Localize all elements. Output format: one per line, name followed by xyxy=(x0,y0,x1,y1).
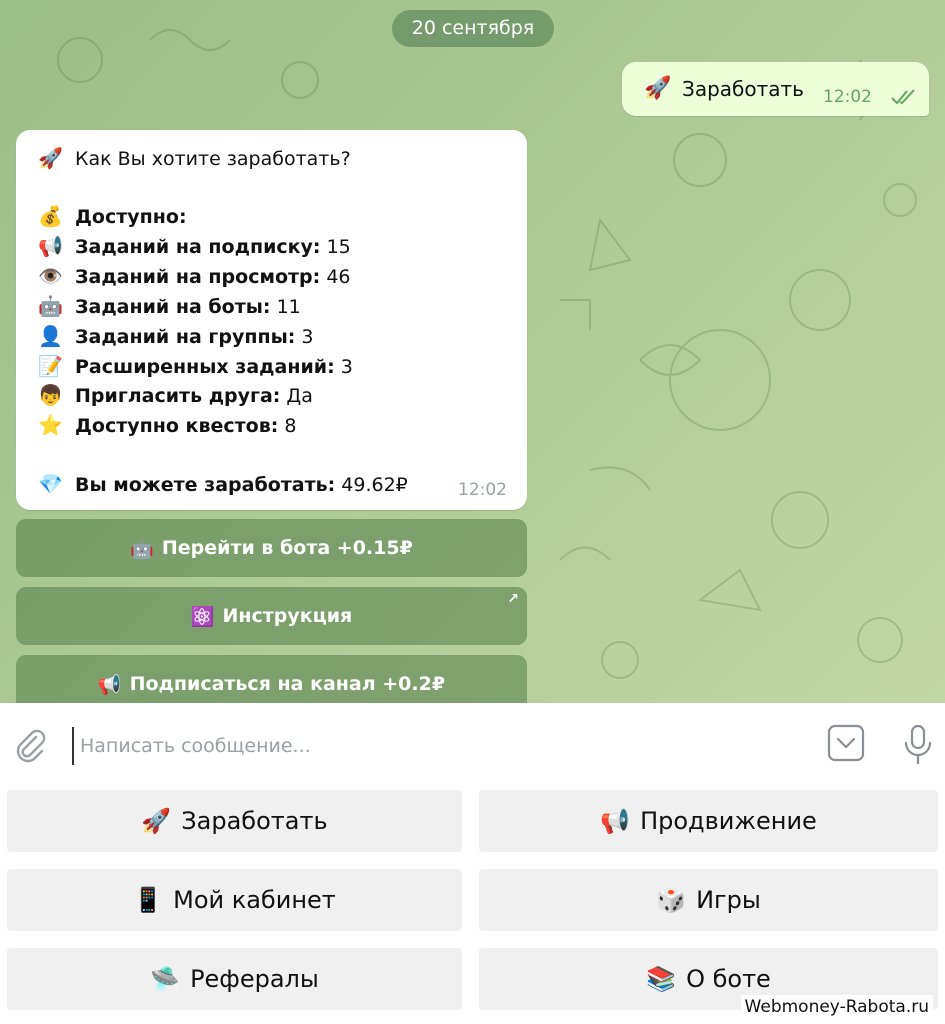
stat-line: 👁️ Заданий на просмотр: 46 xyxy=(38,264,351,288)
stat-label: Доступно квестов: xyxy=(75,415,279,437)
money-bag-icon: 💰 xyxy=(38,204,63,228)
keyboard-button-promotion[interactable]: 📢 Продвижение xyxy=(479,790,938,852)
stat-value: 3 xyxy=(301,326,314,348)
inline-button-label: Подписаться на канал +0.2₽ xyxy=(129,673,446,695)
stat-line: ⭐ Доступно квестов: 8 xyxy=(38,413,296,437)
message-title: Как Вы хотите заработать? xyxy=(75,148,351,170)
memo-icon: 📝 xyxy=(38,354,63,378)
stat-value: Да xyxy=(286,385,313,407)
stat-label: Расширенных заданий: xyxy=(75,356,335,378)
inline-button-label: Перейти в бота +0.15₽ xyxy=(161,537,413,559)
rocket-icon: 🚀 xyxy=(644,76,672,101)
message-composer xyxy=(0,703,945,781)
keyboard-button-referrals[interactable]: 🛸 Рефералы xyxy=(7,948,462,1010)
megaphone-icon: 📢 xyxy=(600,807,631,835)
boy-icon: 👦 xyxy=(38,383,63,407)
mobile-phone-icon: 📱 xyxy=(133,886,164,914)
keyboard-button-games[interactable]: 🎲 Игры xyxy=(479,869,938,931)
robot-icon: 🤖 xyxy=(38,294,63,318)
earn-line: 💎 Вы можете заработать: 49.62₽ xyxy=(38,472,408,496)
stat-label: Пригласить друга: xyxy=(75,385,281,407)
eye-icon: 👁️ xyxy=(38,264,63,288)
earn-label: Вы можете заработать: xyxy=(75,474,336,496)
gem-icon: 💎 xyxy=(38,472,63,496)
megaphone-icon: 📢 xyxy=(38,234,63,258)
stat-label: Заданий на боты: xyxy=(75,296,271,318)
keyboard-button-label: Заработать xyxy=(181,807,328,835)
books-icon: 📚 xyxy=(646,965,677,993)
star-icon: ⭐ xyxy=(38,413,63,437)
stat-value: 11 xyxy=(276,296,301,318)
inline-button-subscribe-channel[interactable]: 📢 Подписаться на канал +0.2₽ xyxy=(16,655,527,703)
paperclip-icon[interactable] xyxy=(12,727,48,763)
stat-line: 👤 Заданий на группы: 3 xyxy=(38,324,314,348)
inline-button-instruction[interactable]: ⚛️ Инструкция ↗ xyxy=(16,587,527,645)
read-checkmarks-icon xyxy=(891,89,915,105)
keyboard-button-label: О боте xyxy=(686,965,771,993)
bot-keyboard-toggle-icon[interactable] xyxy=(826,723,866,763)
dice-icon: 🎲 xyxy=(656,886,687,914)
available-label: Доступно: xyxy=(75,206,187,228)
inline-button-go-to-bot[interactable]: 🤖 Перейти в бота +0.15₽ xyxy=(16,519,527,577)
rocket-icon: 🚀 xyxy=(141,807,172,835)
keyboard-button-label: Рефералы xyxy=(190,965,319,993)
incoming-message-time: 12:02 xyxy=(458,480,507,500)
stat-line: 🤖 Заданий на боты: 11 xyxy=(38,294,301,318)
flying-saucer-icon: 🛸 xyxy=(150,965,181,993)
stat-label: Заданий на группы: xyxy=(75,326,296,348)
message-input[interactable] xyxy=(72,727,812,765)
stat-line: 📝 Расширенных заданий: 3 xyxy=(38,354,353,378)
outgoing-message-text: Заработать xyxy=(682,77,804,101)
microphone-icon[interactable] xyxy=(900,723,936,765)
stat-value: 15 xyxy=(326,236,351,258)
available-line: 💰 Доступно: xyxy=(38,204,187,228)
person-icon: 👤 xyxy=(38,324,63,348)
megaphone-icon: 📢 xyxy=(97,673,122,696)
stat-line: 📢 Заданий на подписку: 15 xyxy=(38,234,351,258)
chat-area: 20 сентября 🚀 Заработать 12:02 🚀 Как Вы х… xyxy=(0,0,945,703)
stat-line: 👦 Пригласить друга: Да xyxy=(38,383,313,407)
stat-label: Заданий на просмотр: xyxy=(75,266,321,288)
outgoing-message-time: 12:02 xyxy=(823,87,872,107)
keyboard-button-earn[interactable]: 🚀 Заработать xyxy=(7,790,462,852)
keyboard-button-label: Продвижение xyxy=(640,807,817,835)
external-link-icon: ↗ xyxy=(507,591,519,607)
inline-button-label: Инструкция xyxy=(222,605,353,627)
stat-label: Заданий на подписку: xyxy=(75,236,321,258)
stat-value: 8 xyxy=(284,415,297,437)
atom-icon: ⚛️ xyxy=(190,605,215,628)
message-title-line: 🚀 Как Вы хотите заработать? xyxy=(38,146,351,170)
outgoing-message[interactable]: 🚀 Заработать 12:02 xyxy=(622,62,929,116)
keyboard-button-label: Мой кабинет xyxy=(173,886,336,914)
date-pill: 20 сентября xyxy=(392,10,554,47)
robot-icon: 🤖 xyxy=(130,537,154,560)
incoming-message: 🚀 Как Вы хотите заработать? 💰 Доступно: 📢 З… xyxy=(16,130,527,510)
stat-value: 3 xyxy=(340,356,353,378)
rocket-icon: 🚀 xyxy=(38,146,63,170)
keyboard-button-my-cabinet[interactable]: 📱 Мой кабинет xyxy=(7,869,462,931)
stat-value: 46 xyxy=(326,266,351,288)
earn-value: 49.62₽ xyxy=(341,474,408,496)
watermark: Webmoney-Rabota.ru xyxy=(740,995,933,1019)
keyboard-button-label: Игры xyxy=(696,886,761,914)
